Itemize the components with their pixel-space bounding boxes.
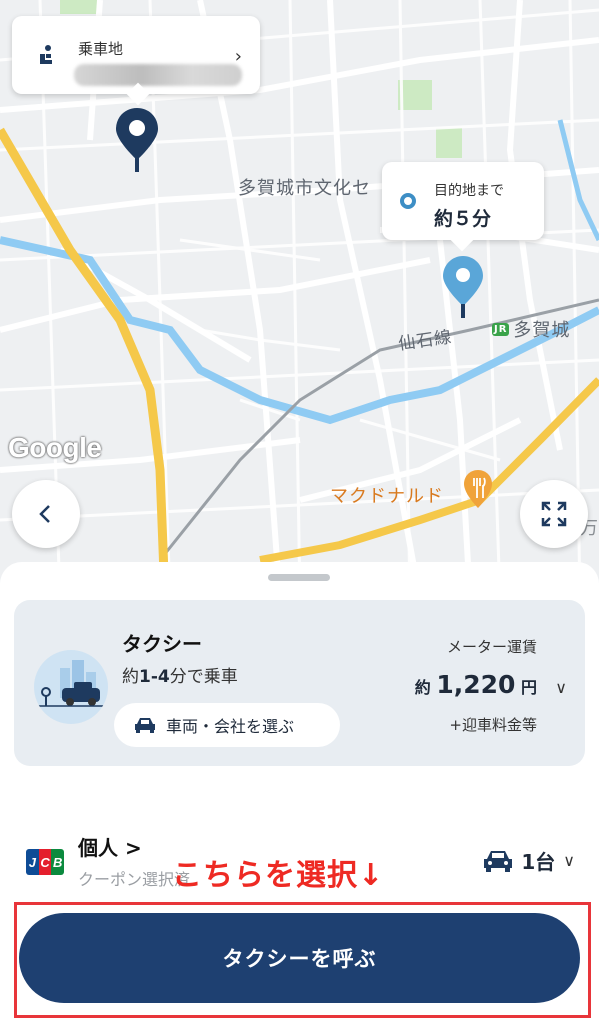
choose-vehicle-label: 車両・会社を選ぶ [166,717,295,736]
fullscreen-button[interactable] [520,480,588,548]
drag-handle[interactable] [268,574,330,581]
pickup-label: 乗車地 [78,40,124,58]
taxi-eta: 約1-4分で乗車 [122,667,238,687]
chevron-down-icon[interactable]: ∨ [555,678,567,697]
jr-icon: JR [492,322,510,336]
pickup-address-redacted [74,64,242,86]
destination-eta-card[interactable]: 目的地まで 約５分 [382,162,544,252]
chevron-right-icon: › [234,46,242,67]
destination-pin-icon [443,256,483,318]
vehicle-count-selector[interactable]: 1台 ∨ [483,846,575,875]
fare-label: メーター運賃 [446,638,537,656]
restaurant-pin-icon[interactable] [464,470,492,516]
destination-ring-icon [400,193,416,209]
station-name: 多賀城 [513,320,571,341]
payment-method-button[interactable]: 個人 > [78,832,142,861]
destination-eta: 約５分 [434,208,492,230]
station-label: JR 多賀城 [492,316,570,342]
car-icon [135,718,155,733]
taxi-option-card[interactable]: タクシー 約1-4分で乗車 車両・会社を選ぶ メーター運賃 約 1,220 円 … [14,600,585,766]
fare-value: 約 1,220 円 [414,670,537,699]
chevron-left-icon [39,505,50,523]
annotation-text: こちらを選択↓ [172,858,385,893]
taxi-illustration-icon [34,650,108,724]
map-view[interactable]: 多賀城市文化セ 仙石線 JR 多賀城 マクドナルド 万 Google 乗車地 ›… [0,0,599,600]
car-icon [484,850,513,872]
jcb-card-icon: J C B [26,849,64,875]
pickup-pin-icon [116,108,158,172]
taxi-name: タクシー [122,632,202,656]
back-button[interactable] [12,480,80,548]
pickup-location-card[interactable]: 乗車地 › [12,16,260,106]
place-label-culture-center: 多賀城市文化セ [238,178,371,199]
vehicle-count: 1台 [521,850,556,874]
google-logo: Google [8,432,102,463]
seat-icon [40,45,52,64]
destination-label: 目的地まで [434,183,504,199]
fare-extra: +迎車料金等 [449,716,537,734]
chevron-down-icon: ∨ [563,851,575,870]
call-taxi-button[interactable]: タクシーを呼ぶ [19,913,580,1003]
choose-vehicle-company-button[interactable]: 車両・会社を選ぶ [114,703,340,747]
expand-icon [541,501,567,527]
place-label-mcdonalds: マクドナルド [330,486,444,507]
